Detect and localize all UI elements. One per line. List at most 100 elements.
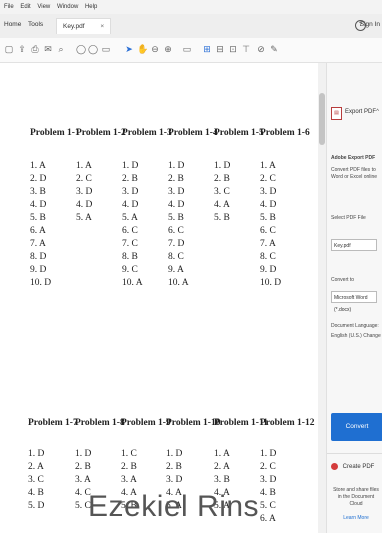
convert-to-select[interactable]: Microsoft Word (*.docx) — [331, 291, 377, 313]
panel-description: Convert PDF files to Word or Excel onlin… — [331, 167, 378, 180]
sign-in-link[interactable]: Sign In — [360, 21, 380, 28]
menu-window[interactable]: Window — [57, 4, 78, 10]
draw-icon[interactable]: ⊘ — [256, 44, 266, 54]
file-select[interactable]: Key.pdf — [331, 239, 377, 251]
answer-item: 10. A — [122, 278, 143, 288]
search-icon[interactable]: ⌕ — [56, 44, 66, 54]
email-icon[interactable]: ✉ — [43, 44, 53, 54]
answer-item: 4. D — [76, 200, 93, 210]
chevron-up-icon[interactable]: ^ — [376, 109, 379, 115]
answer-item: 2. C — [76, 174, 92, 184]
answer-list: 1. A 2. D 3. B 4. D 5. B 6. A 7. A 8. D … — [30, 160, 76, 290]
comment-icon[interactable]: ⊡ — [228, 44, 238, 54]
select-file-label: Select PDF File — [331, 215, 366, 221]
menu-file[interactable]: File — [4, 4, 14, 10]
tab-home[interactable]: Home — [4, 21, 21, 28]
page-input[interactable]: ▭ — [101, 44, 111, 54]
problem-column: Problem 1-4 1. D 2. B 3. D 4. D 5. B 6. … — [168, 128, 218, 290]
print-icon[interactable]: ⎙ — [30, 44, 40, 54]
menu-help[interactable]: Help — [85, 4, 97, 10]
problem-header: Problem 1-2 — [76, 128, 126, 138]
answer-item: 4. A — [214, 200, 230, 210]
up-icon[interactable]: ◯ — [76, 44, 86, 54]
rotate-icon[interactable]: ⊟ — [215, 44, 225, 54]
create-pdf-label: Create PDF — [342, 464, 375, 471]
answer-item: 2. A — [28, 462, 44, 472]
answer-item: 3. D — [168, 187, 185, 197]
answer-item: 3. D — [166, 475, 183, 485]
file-icon[interactable]: ▢ — [4, 44, 14, 54]
scrollbar-thumb[interactable] — [319, 93, 325, 145]
convert-button[interactable]: Convert — [331, 413, 382, 441]
answer-item: 5. A — [76, 213, 92, 223]
answer-item: 3. D — [260, 187, 277, 197]
highlight-icon[interactable]: ⊤ — [241, 44, 251, 54]
answer-item: 7. D — [168, 239, 185, 249]
menu-view[interactable]: View — [37, 4, 50, 10]
problem-header: Problem 1-1 — [30, 128, 80, 138]
close-icon[interactable]: × — [100, 23, 104, 30]
zoom-out-icon[interactable]: ⊖ — [150, 44, 160, 54]
answer-list: 1. D 2. A 3. C 4. B 5. D — [28, 448, 74, 513]
zoom-in-icon[interactable]: ⊕ — [163, 44, 173, 54]
problem-header: Problem 1-4 — [168, 128, 218, 138]
answer-item: 2. B — [121, 462, 137, 472]
answer-item: 6. A — [30, 226, 46, 236]
zoom-level[interactable]: ▭ — [180, 44, 194, 54]
answer-item: 1. A — [76, 161, 92, 171]
problem-header: Problem 1-8 — [75, 418, 125, 428]
tab-document-label: Key.pdf — [63, 23, 85, 30]
down-icon[interactable]: ◯ — [88, 44, 98, 54]
problem-column: Problem 1-6 1. A 2. C 3. D 4. D 5. B 6. … — [260, 128, 310, 290]
answer-list: 1. D 2. B 3. D 4. D 5. A 6. C 7. C 8. B … — [122, 160, 168, 290]
export-pdf-icon: ▤ — [331, 107, 342, 120]
create-pdf-row[interactable]: Create PDF — [331, 463, 381, 470]
vertical-scrollbar[interactable] — [318, 63, 326, 533]
problem-column: Problem 1-3 1. D 2. B 3. D 4. D 5. A 6. … — [122, 128, 172, 290]
answer-item: 4. D — [260, 200, 277, 210]
export-pdf-header[interactable]: ▤ Export PDF ^ — [331, 107, 382, 123]
answer-item: 1. D — [122, 161, 139, 171]
menu-edit[interactable]: Edit — [20, 4, 30, 10]
convert-to-label: Convert to — [331, 277, 355, 283]
answer-item: 2. D — [30, 174, 47, 184]
answer-item: 9. D — [30, 265, 47, 275]
problem-column: Problem 1-7 1. D 2. A 3. C 4. B 5. D — [28, 418, 78, 513]
answer-item: 6. C — [122, 226, 138, 236]
answer-item: 2. A — [214, 462, 230, 472]
answer-item: 1. A — [214, 449, 230, 459]
answer-item: 9. C — [122, 265, 138, 275]
panel-title: Adobe Export PDF — [331, 155, 376, 161]
learn-more-link[interactable]: Learn More — [331, 515, 381, 522]
answer-item: 1. D — [168, 161, 185, 171]
tab-tools[interactable]: Tools — [28, 21, 43, 28]
answer-item: 5. A — [122, 213, 138, 223]
answer-item: 1. A — [260, 161, 276, 171]
fit-icon[interactable]: ⊞ — [202, 44, 212, 54]
problem-header: Problem 1-3 — [122, 128, 172, 138]
answer-item: 3. C — [214, 187, 230, 197]
hand-icon[interactable]: ✋ — [137, 44, 148, 54]
answer-item: 1. D — [260, 449, 277, 459]
tab-document[interactable]: Key.pdf × — [56, 18, 112, 34]
problem-column: Problem 1-12 1. D 2. C 3. D 4. B 5. C 6.… — [260, 418, 314, 526]
answer-item: 2. B — [168, 174, 184, 184]
answer-item: 8. D — [30, 252, 47, 262]
answer-item: 1. A — [30, 161, 46, 171]
answer-item: 3. B — [30, 187, 46, 197]
answer-item: 5. B — [168, 213, 184, 223]
panel-divider — [327, 453, 382, 454]
answer-item: 10. D — [30, 278, 52, 288]
cursor-icon[interactable]: ➤ — [124, 44, 134, 54]
answer-item: 5. D — [28, 501, 45, 511]
answer-item: 1. D — [28, 449, 45, 459]
answer-item: 2. C — [260, 174, 276, 184]
answer-item: 6. C — [260, 226, 276, 236]
sign-icon[interactable]: ✎ — [269, 44, 279, 54]
answer-item: 7. A — [30, 239, 46, 249]
upload-icon[interactable]: ⇪ — [17, 44, 27, 54]
document-language-value[interactable]: English (U.S.) Change — [331, 333, 381, 340]
answer-item: 9. D — [260, 265, 277, 275]
answer-item: 3. A — [75, 475, 91, 485]
watermark-text: Ezekiel Rins — [88, 490, 260, 523]
